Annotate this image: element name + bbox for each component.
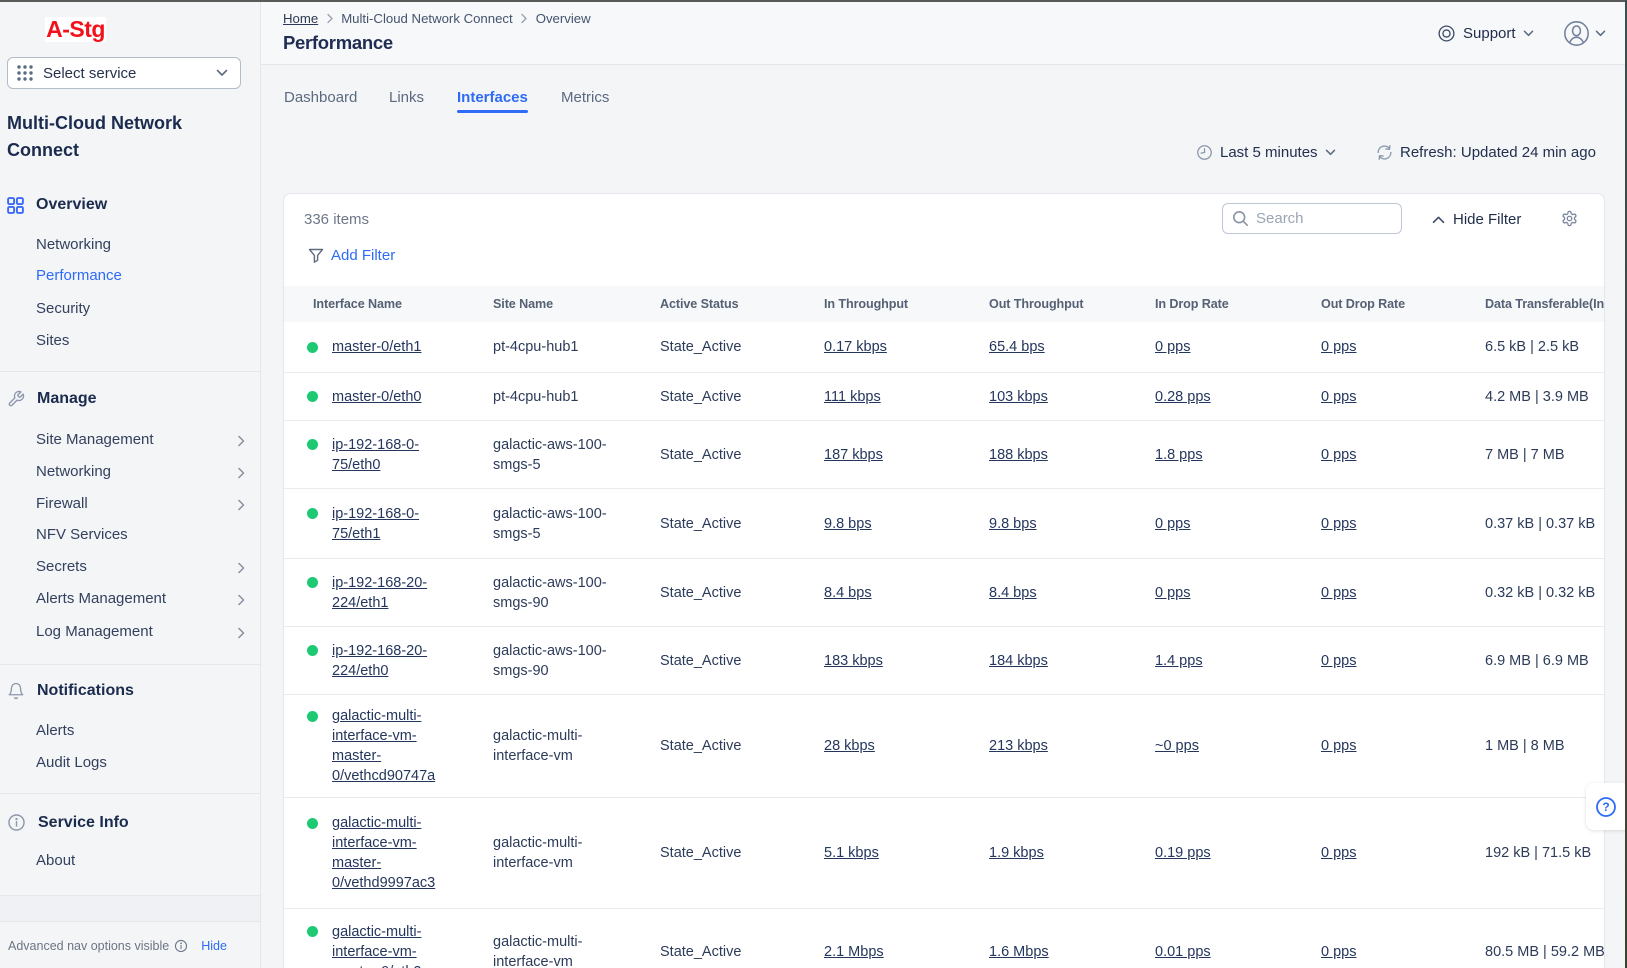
svg-text:?: ? (1602, 800, 1609, 814)
